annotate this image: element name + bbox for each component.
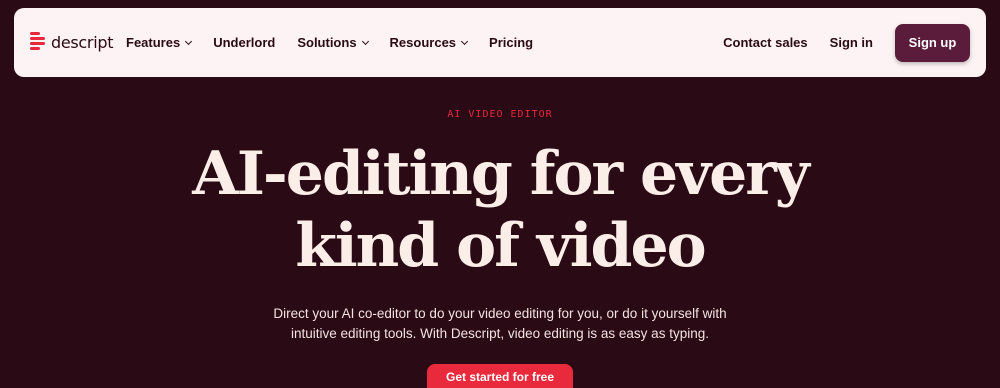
menu-item-features[interactable]: Features xyxy=(126,35,193,50)
headline-line-2: kind of video xyxy=(295,211,706,281)
menu-item-label: Resources xyxy=(389,35,457,50)
contact-sales-link[interactable]: Contact sales xyxy=(723,35,808,50)
brand-name: descript xyxy=(51,32,114,52)
subtitle-line-2: intuitive editing tools. With Descript, … xyxy=(291,326,709,341)
chevron-down-icon xyxy=(185,37,193,45)
headline-line-1: AI-editing for every xyxy=(192,139,809,209)
menu-item-resources[interactable]: Resources xyxy=(389,35,469,50)
subtitle-line-1: Direct your AI co-editor to do your vide… xyxy=(273,306,727,321)
sign-in-link[interactable]: Sign in xyxy=(830,35,873,50)
get-started-button[interactable]: Get started for free xyxy=(427,364,573,388)
chevron-down-icon xyxy=(361,37,369,45)
top-navigation: descript Features Underlord Solutions Re… xyxy=(14,8,986,77)
sign-up-button[interactable]: Sign up xyxy=(895,23,970,62)
menu-item-pricing[interactable]: Pricing xyxy=(489,35,533,50)
menu-item-label: Underlord xyxy=(213,35,276,50)
hero-eyebrow: AI VIDEO EDITOR xyxy=(447,109,553,120)
menu-item-label: Pricing xyxy=(489,35,534,50)
hero-headline: AI-editing for every kind of video xyxy=(0,138,1000,282)
main-menu: Features Underlord Solutions Resources P… xyxy=(126,8,555,77)
menu-item-label: Features xyxy=(126,35,181,50)
menu-item-label: Solutions xyxy=(297,35,357,50)
hero-subtitle: Direct your AI co-editor to do your vide… xyxy=(0,304,1000,344)
descript-logo-icon xyxy=(30,32,46,52)
menu-item-solutions[interactable]: Solutions xyxy=(297,35,369,50)
chevron-down-icon xyxy=(460,37,469,45)
nav-actions: Contact sales Sign in Sign up xyxy=(723,8,970,77)
menu-item-underlord[interactable]: Underlord xyxy=(213,35,275,50)
descript-logo[interactable]: descript xyxy=(30,32,113,52)
